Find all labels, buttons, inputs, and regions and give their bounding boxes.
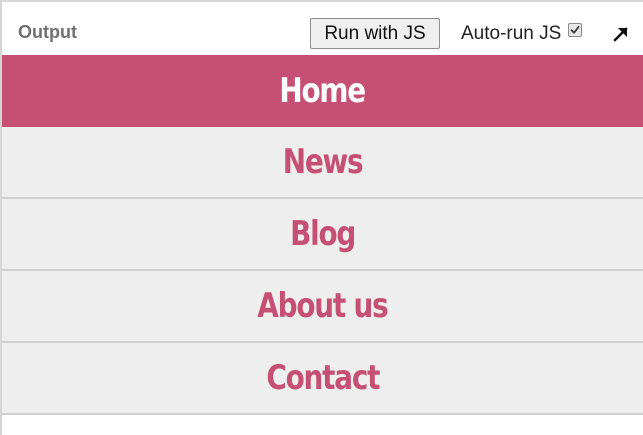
output-panel: Output Run with JS Auto-run JS Home News… <box>0 0 643 435</box>
nav-link-news[interactable]: News <box>283 127 364 197</box>
nav-link-about-us[interactable]: About us <box>257 271 388 341</box>
run-with-js-button[interactable]: Run with JS <box>310 18 440 49</box>
output-toolbar: Output Run with JS Auto-run JS <box>2 2 643 55</box>
nav-item-home[interactable]: Home <box>2 55 643 127</box>
nav-link-blog[interactable]: Blog <box>290 199 356 269</box>
nav-item-blog[interactable]: Blog <box>2 199 643 271</box>
arrow-up-right-icon[interactable] <box>612 25 630 43</box>
output-label: Output <box>18 22 77 42</box>
autorun-label: Auto-run JS <box>461 23 562 44</box>
nav-link-contact[interactable]: Contact <box>266 343 380 413</box>
autorun-checkbox[interactable] <box>568 23 582 37</box>
nav-link-home[interactable]: Home <box>280 55 367 127</box>
nav-menu: Home News Blog About us Contact <box>2 55 643 415</box>
checkmark-icon <box>570 25 580 34</box>
nav-item-about-us[interactable]: About us <box>2 271 643 343</box>
nav-item-contact[interactable]: Contact <box>2 343 643 415</box>
nav-item-news[interactable]: News <box>2 127 643 199</box>
